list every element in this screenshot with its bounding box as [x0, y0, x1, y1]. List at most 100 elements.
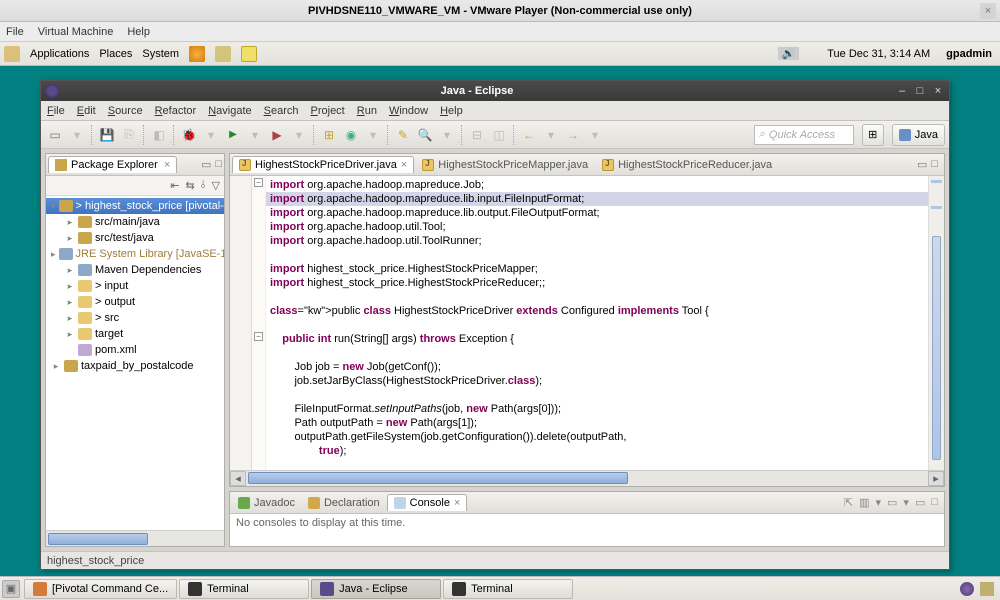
eclipse-menu-window[interactable]: Window — [389, 105, 428, 117]
eclipse-menu-edit[interactable]: Edit — [77, 105, 96, 117]
dropdown-icon[interactable]: ▾ — [541, 125, 561, 145]
fold-toggle-icon[interactable]: − — [254, 332, 263, 341]
new-button[interactable]: ▭ — [45, 125, 65, 145]
vertical-scrollbar-thumb[interactable] — [932, 236, 941, 460]
scroll-left-icon[interactable]: ◂ — [230, 471, 246, 486]
firefox-launcher-icon[interactable] — [189, 46, 205, 62]
quick-access-input[interactable]: ⌕ Quick Access — [754, 125, 854, 145]
back-button[interactable]: ← — [519, 125, 539, 145]
minimize-view-icon[interactable]: ▭ — [915, 496, 925, 509]
eclipse-menu-project[interactable]: Project — [311, 105, 345, 117]
editor-horizontal-scrollbar[interactable]: ◂ ▸ — [230, 470, 944, 486]
vmware-menu-file[interactable]: File — [6, 26, 24, 38]
fold-toggle-icon[interactable]: − — [254, 178, 263, 187]
save-button[interactable]: 💾 — [97, 125, 117, 145]
close-tab-icon[interactable]: × — [401, 159, 407, 171]
view-menu-icon[interactable]: ▽ — [212, 179, 220, 192]
taskbar-button[interactable]: Terminal — [179, 579, 309, 599]
eclipse-menu-search[interactable]: Search — [264, 105, 299, 117]
debug-button[interactable]: 🐞 — [179, 125, 199, 145]
package-explorer-tab[interactable]: Package Explorer × — [48, 156, 177, 173]
open-task-button[interactable]: ✎ — [393, 125, 413, 145]
forward-button[interactable]: → — [563, 125, 583, 145]
eclipse-menu-navigate[interactable]: Navigate — [208, 105, 251, 117]
dropdown-icon[interactable]: ▾ — [245, 125, 265, 145]
code-editor[interactable]: import org.apache.hadoop.mapreduce.Job;i… — [266, 176, 928, 470]
tree-item[interactable]: ▸taxpaid_by_postalcode — [46, 358, 224, 374]
close-button[interactable]: × — [931, 84, 945, 98]
gnome-places[interactable]: Places — [99, 48, 132, 60]
tree-item[interactable]: ▸> input — [46, 278, 224, 294]
save-all-button[interactable]: ⎘ — [119, 125, 139, 145]
dropdown-icon[interactable]: ▾ — [289, 125, 309, 145]
run-last-button[interactable]: ▶ — [267, 125, 287, 145]
tree-item[interactable]: ▸Maven Dependencies — [46, 262, 224, 278]
display-console-icon[interactable]: ▥ — [859, 496, 869, 509]
vmware-menu-help[interactable]: Help — [127, 26, 150, 38]
tree-item[interactable]: ▸> src — [46, 310, 224, 326]
tree-item[interactable]: pom.xml — [46, 342, 224, 358]
bottom-tab-declaration[interactable]: Declaration — [302, 495, 386, 511]
gnome-system[interactable]: System — [142, 48, 179, 60]
dropdown-icon[interactable]: ▾ — [437, 125, 457, 145]
volume-icon[interactable]: 🔊 — [778, 47, 800, 60]
notes-launcher-icon[interactable] — [241, 46, 257, 62]
minimize-editor-icon[interactable]: ▭ — [917, 158, 927, 171]
file-manager-icon[interactable] — [215, 46, 231, 62]
tree-item[interactable]: ▸target — [46, 326, 224, 342]
eclipse-titlebar[interactable]: Java - Eclipse – □ × — [41, 81, 949, 101]
vmware-close-button[interactable]: × — [980, 3, 996, 19]
minimize-view-icon[interactable]: ▭ — [201, 158, 211, 171]
overview-ruler[interactable] — [928, 176, 944, 470]
dropdown-icon[interactable]: ▾ — [585, 125, 605, 145]
tree-item[interactable]: ▸src/test/java — [46, 230, 224, 246]
eclipse-menu-source[interactable]: Source — [108, 105, 143, 117]
user-menu[interactable]: gpadmin — [942, 48, 996, 60]
gnome-applications[interactable]: Applications — [30, 48, 89, 60]
fold-gutter[interactable]: −− — [252, 176, 266, 470]
marker-gutter[interactable] — [230, 176, 252, 470]
open-console-icon[interactable]: ▭ — [887, 496, 897, 509]
tree-item[interactable]: ▸> output — [46, 294, 224, 310]
editor-tab[interactable]: HighestStockPriceReducer.java — [596, 157, 778, 173]
eclipse-menu-file[interactable]: File — [47, 105, 65, 117]
run-button[interactable]: ▶ — [223, 125, 243, 145]
show-desktop-button[interactable]: ▣ — [2, 580, 20, 598]
scroll-right-icon[interactable]: ▸ — [928, 471, 944, 486]
maximize-editor-icon[interactable]: □ — [931, 158, 938, 171]
horizontal-scrollbar[interactable] — [46, 530, 224, 546]
minimize-button[interactable]: – — [895, 84, 909, 98]
package-tree[interactable]: ▾> highest_stock_price [pivotal-sam▸src/… — [46, 196, 224, 530]
editor-tab[interactable]: HighestStockPriceDriver.java × — [232, 156, 414, 173]
vmware-menu-vm[interactable]: Virtual Machine — [38, 26, 114, 38]
dropdown-icon[interactable]: ▾ — [201, 125, 221, 145]
link-editor-icon[interactable]: ⇆ — [186, 179, 195, 192]
eclipse-menu-run[interactable]: Run — [357, 105, 377, 117]
tray-icon[interactable] — [960, 582, 974, 596]
maximize-view-icon[interactable]: □ — [215, 158, 222, 171]
bottom-tab-console[interactable]: Console × — [387, 494, 468, 511]
tray-trash-icon[interactable] — [980, 582, 994, 596]
maximize-view-icon[interactable]: □ — [931, 496, 938, 509]
clock[interactable]: Tue Dec 31, 3:14 AM — [823, 48, 934, 60]
dropdown-icon[interactable]: ▾ — [67, 125, 87, 145]
maximize-button[interactable]: □ — [913, 84, 927, 98]
close-tab-icon[interactable]: × — [454, 497, 460, 509]
mark-occurrences[interactable]: ◫ — [489, 125, 509, 145]
tree-item[interactable]: ▸src/main/java — [46, 214, 224, 230]
eclipse-menu-help[interactable]: Help — [440, 105, 463, 117]
taskbar-button[interactable]: Java - Eclipse — [311, 579, 441, 599]
toggle-breadcrumb[interactable]: ⊟ — [467, 125, 487, 145]
eclipse-menu-refactor[interactable]: Refactor — [155, 105, 197, 117]
open-perspective-button[interactable]: ⊞ — [862, 124, 884, 146]
collapse-all-icon[interactable]: ⇤ — [170, 179, 179, 192]
tree-item[interactable]: ▾> highest_stock_price [pivotal-sam — [46, 198, 224, 214]
filter-icon[interactable]: ⫰ — [201, 179, 206, 192]
open-type-button[interactable]: ◧ — [149, 125, 169, 145]
tree-item[interactable]: ▸JRE System Library [JavaSE-1. — [46, 246, 224, 262]
gnome-main-menu-icon[interactable] — [4, 46, 20, 62]
editor-tab[interactable]: HighestStockPriceMapper.java — [416, 157, 594, 173]
taskbar-button[interactable]: [Pivotal Command Ce... — [24, 579, 177, 599]
pin-console-icon[interactable]: ⇱ — [844, 496, 853, 509]
java-perspective-button[interactable]: Java — [892, 124, 945, 146]
